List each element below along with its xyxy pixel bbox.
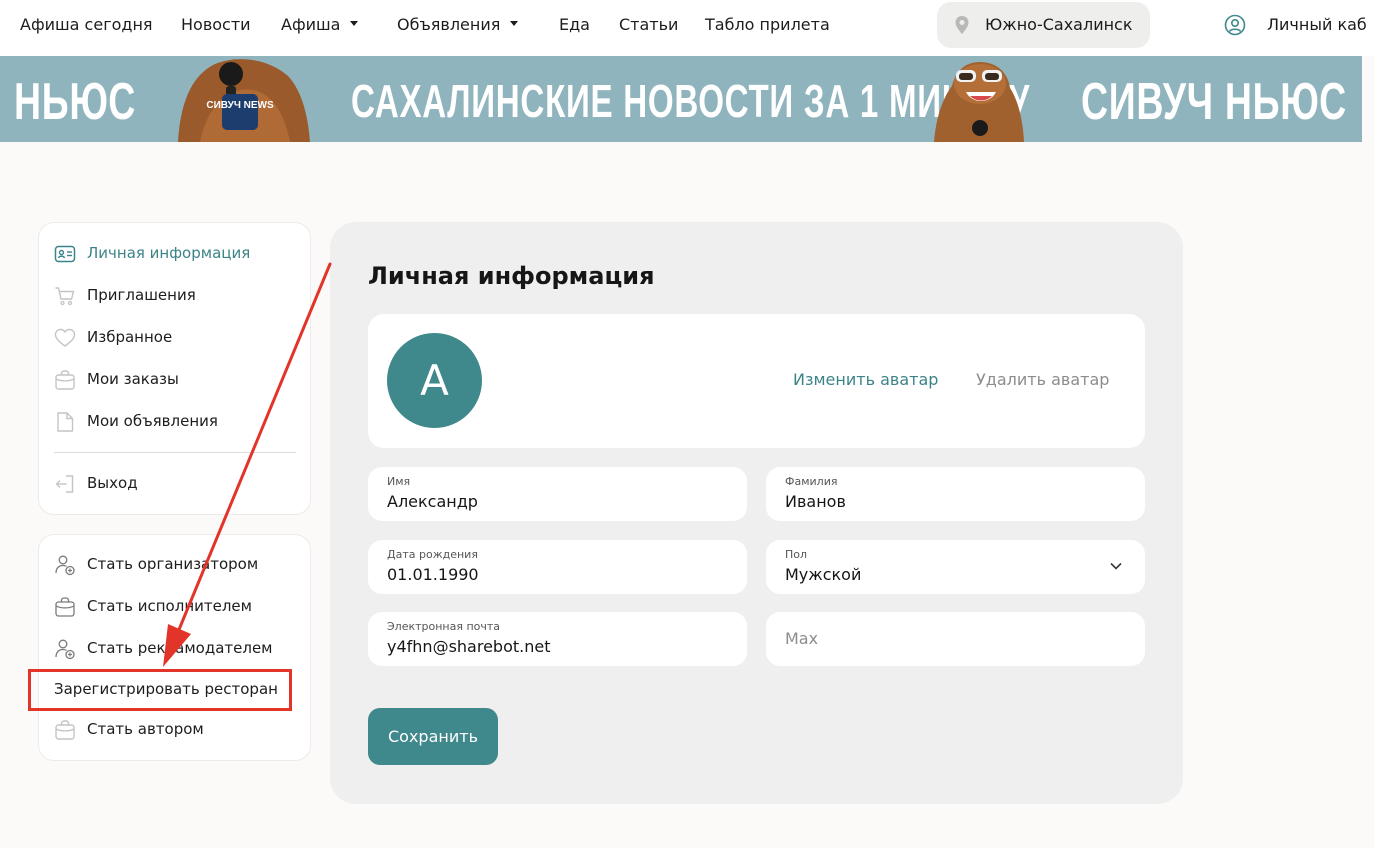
- sidebar-item-label: Стать автором: [87, 720, 204, 738]
- sidebar-item-label: Стать рекламодателем: [87, 639, 273, 657]
- nav-item-food[interactable]: Еда: [559, 15, 590, 34]
- account-label: Личный каб: [1267, 15, 1367, 34]
- sidebar-item-become-organizer[interactable]: Стать организатором: [54, 552, 299, 578]
- banner-left-text: НЬЮС: [14, 73, 136, 131]
- sidebar-item-label: Стать исполнителем: [87, 597, 252, 615]
- sea-lion-mascot-sunglasses: [934, 62, 1024, 142]
- field-value: y4fhn@sharebot.net: [387, 637, 551, 656]
- user-plus-icon: [55, 639, 75, 660]
- bag-icon: [55, 370, 75, 390]
- max-field[interactable]: Max: [766, 612, 1145, 666]
- field-value: Александр: [387, 492, 478, 511]
- avatar-initial: А: [420, 356, 449, 405]
- id-card-icon: [54, 245, 76, 263]
- city-selector[interactable]: Южно-Сахалинск: [937, 2, 1150, 48]
- sidebar-item-personal-info[interactable]: Личная информация: [54, 241, 299, 267]
- user-circle-icon: [1224, 14, 1246, 36]
- save-button[interactable]: Сохранить: [368, 708, 498, 765]
- heart-icon: [54, 328, 76, 347]
- email-field[interactable]: Электронная почта y4fhn@sharebot.net: [368, 612, 747, 666]
- sidebar-item-my-ads[interactable]: Мои объявления: [54, 409, 299, 435]
- sidebar-item-label: Мои заказы: [87, 370, 179, 388]
- nav-item-articles[interactable]: Статьи: [619, 15, 678, 34]
- sidebar-item-become-performer[interactable]: Стать исполнителем: [54, 594, 299, 620]
- avatar-card: А Изменить аватар Удалить аватар: [368, 314, 1145, 448]
- sidebar-item-label: Выход: [87, 474, 138, 492]
- sidebar-item-favorites[interactable]: Избранное: [54, 325, 299, 351]
- field-placeholder: Max: [785, 629, 819, 648]
- sidebar-item-label: Приглашения: [87, 286, 196, 304]
- top-navigation: Афиша сегодня Новости Афиша Объявления Е…: [0, 0, 1374, 56]
- field-label: Пол: [785, 548, 808, 561]
- avatar: А: [387, 333, 482, 428]
- first-name-field[interactable]: Имя Александр: [368, 467, 747, 521]
- field-label: Электронная почта: [387, 620, 501, 633]
- profile-menu-card: Личная информация Приглашения Избранное …: [38, 222, 311, 515]
- city-name: Южно-Сахалинск: [985, 15, 1133, 34]
- sidebar-item-become-advertiser[interactable]: Стать рекламодателем: [54, 636, 299, 662]
- delete-avatar-button[interactable]: Удалить аватар: [976, 370, 1109, 389]
- banner-right-text: СИВУЧ НЬЮС: [1081, 73, 1347, 131]
- field-label: Фамилия: [785, 475, 838, 488]
- bag-icon: [55, 720, 75, 740]
- sidebar-item-label: Избранное: [87, 328, 173, 346]
- caret-down-icon: [350, 21, 359, 26]
- field-value: 01.01.1990: [387, 565, 479, 584]
- page-title: Личная информация: [368, 262, 655, 290]
- nav-item-arrivals[interactable]: Табло прилета: [705, 15, 830, 34]
- sidebar-item-become-author[interactable]: Стать автором: [54, 717, 299, 743]
- sidebar-item-label: Стать организатором: [87, 555, 259, 573]
- nav-item-afisha[interactable]: Афиша: [281, 15, 359, 34]
- caret-down-icon: [510, 21, 519, 26]
- sea-lion-mascot-with-mic: СИВУЧ NEWS: [178, 59, 310, 142]
- nav-item-label: Новости: [181, 15, 251, 34]
- nav-item-label: Статьи: [619, 15, 679, 34]
- nav-item-label: Афиша: [281, 15, 341, 34]
- briefcase-icon: [55, 597, 75, 617]
- mic-badge-text: СИВУЧ NEWS: [206, 100, 274, 111]
- nav-item-ads[interactable]: Объявления: [397, 15, 519, 34]
- sidebar-item-my-orders[interactable]: Мои заказы: [54, 367, 299, 393]
- cart-icon: [55, 287, 75, 306]
- change-avatar-button[interactable]: Изменить аватар: [793, 370, 938, 389]
- sidebar-item-invitations[interactable]: Приглашения: [54, 283, 299, 309]
- field-label: Дата рождения: [387, 548, 478, 561]
- nav-item-news[interactable]: Новости: [181, 15, 251, 34]
- promo-banner[interactable]: НЬЮС СИВУЧ NEWS САХАЛИНСКИЕ НОВОСТИ ЗА 1…: [0, 56, 1362, 142]
- sidebar-item-logout[interactable]: Выход: [54, 471, 299, 497]
- personal-info-panel: Личная информация А Изменить аватар Удал…: [330, 222, 1183, 804]
- sidebar-divider: [54, 452, 296, 453]
- nav-item-label: Афиша сегодня: [20, 15, 153, 34]
- nav-item-label: Еда: [559, 15, 590, 34]
- field-value: Иванов: [785, 492, 846, 511]
- field-value: Мужской: [785, 565, 862, 584]
- logout-icon: [55, 475, 74, 493]
- last-name-field[interactable]: Фамилия Иванов: [766, 467, 1145, 521]
- annotation-highlight-box: [28, 669, 292, 711]
- nav-item-afisha-today[interactable]: Афиша сегодня: [20, 15, 153, 34]
- user-plus-icon: [55, 555, 75, 576]
- document-icon: [57, 412, 74, 432]
- nav-item-label: Табло прилета: [705, 15, 830, 34]
- nav-item-label: Объявления: [397, 15, 501, 34]
- sidebar-item-label: Мои объявления: [87, 412, 218, 430]
- map-pin-icon: [955, 16, 969, 34]
- birth-date-field[interactable]: Дата рождения 01.01.1990: [368, 540, 747, 594]
- chevron-down-icon: [1110, 562, 1122, 570]
- sidebar-item-label: Личная информация: [87, 244, 251, 262]
- field-label: Имя: [387, 475, 411, 488]
- gender-select[interactable]: Пол Мужской: [766, 540, 1145, 594]
- roles-menu-card: Стать организатором Стать исполнителем С…: [38, 534, 311, 761]
